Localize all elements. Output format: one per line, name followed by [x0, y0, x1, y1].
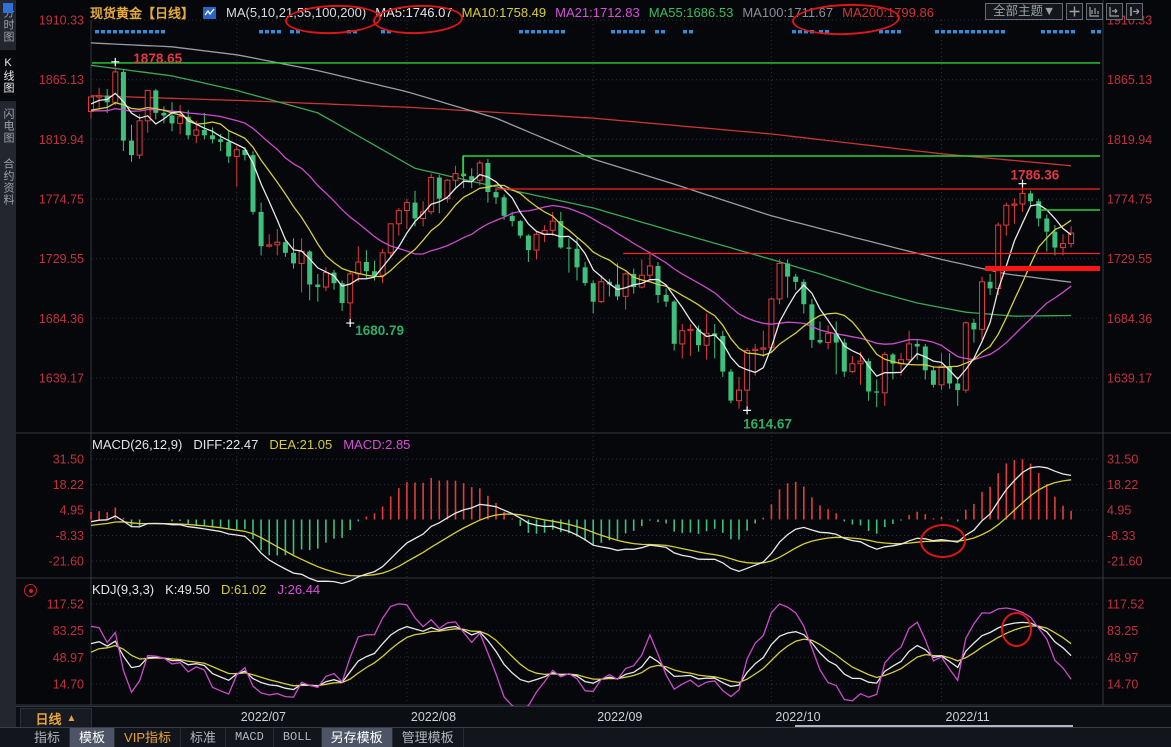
svg-text:1614.67: 1614.67 — [743, 416, 792, 431]
svg-text:83.25: 83.25 — [53, 624, 84, 638]
svg-text:-21.60: -21.60 — [1107, 555, 1142, 569]
svg-text:4.95: 4.95 — [60, 504, 84, 518]
theme-select-button[interactable]: 全部主题▼ — [985, 3, 1063, 20]
svg-text:1639.17: 1639.17 — [1107, 372, 1152, 386]
svg-text:1729.55: 1729.55 — [1107, 252, 1152, 266]
svg-text:-8.33: -8.33 — [1107, 529, 1136, 543]
kline-chart-icon[interactable] — [203, 6, 217, 20]
tab-manage-template[interactable]: 管理模板 — [393, 728, 464, 747]
app-logo-icon — [3, 3, 13, 13]
x-axis-label: 2022/08 — [411, 710, 456, 724]
macd-header: MACD(26,12,9) DIFF:22.47 DEA:21.05 MACD:… — [92, 437, 410, 452]
svg-text:14.70: 14.70 — [53, 678, 84, 692]
x-axis-label: 2022/11 — [946, 710, 990, 724]
macd-diff-value: DIFF:22.47 — [193, 437, 258, 452]
svg-text:4.95: 4.95 — [1107, 504, 1131, 518]
svg-text:1878.65: 1878.65 — [133, 51, 182, 66]
kdj-header: KDJ(9,3,3) K:49.50 D:61.02 J:26.44 — [92, 582, 320, 597]
tab-templates[interactable]: 模板 — [70, 728, 115, 747]
collapse-panel-icon[interactable] — [1126, 3, 1143, 20]
svg-text:-21.60: -21.60 — [49, 555, 84, 569]
legend-ma-value-1: MA10:1758.49 — [462, 5, 547, 20]
svg-text:1684.36: 1684.36 — [1107, 312, 1152, 326]
extreme-price-labels: 1878.65 1680.79 1614.67 1786.36 — [111, 51, 1059, 432]
left-sidebar: 分时图 K线图 闪电图 合约资料 — [0, 0, 16, 747]
x-axis-label: 2022/09 — [597, 710, 642, 724]
trading-app-window: 1910.331910.331865.131865.131819.941819.… — [0, 0, 1171, 747]
x-axis-label: 2022/07 — [241, 710, 286, 724]
legend-ma-value-2: MA21:1712.83 — [555, 5, 640, 20]
svg-text:1819.94: 1819.94 — [39, 133, 84, 147]
svg-text:1865.13: 1865.13 — [39, 73, 84, 87]
svg-text:18.22: 18.22 — [53, 478, 84, 492]
svg-text:1910.33: 1910.33 — [39, 14, 84, 28]
svg-text:1680.79: 1680.79 — [355, 323, 404, 338]
svg-text:14.70: 14.70 — [1107, 678, 1138, 692]
tab-macd[interactable]: MACD — [226, 728, 274, 747]
svg-text:1786.36: 1786.36 — [1011, 168, 1060, 183]
legend-ma-value-3: MA55:1686.53 — [649, 5, 734, 20]
kdj-j-value: J:26.44 — [278, 582, 321, 597]
svg-text:31.50: 31.50 — [53, 453, 84, 467]
kdj-title: KDJ(9,3,3) — [92, 582, 154, 597]
tab-vip-indicators[interactable]: VIP指标 — [115, 728, 181, 747]
tab-standard[interactable]: 标准 — [181, 728, 226, 747]
chart-canvas[interactable]: 1910.331910.331865.131865.131819.941819.… — [0, 0, 1171, 747]
svg-text:1684.36: 1684.36 — [39, 312, 84, 326]
pan-right-axis-icon[interactable] — [1106, 3, 1123, 20]
svg-text:1819.94: 1819.94 — [1107, 133, 1152, 147]
sidebar-item-kline-chart[interactable]: K线图 — [0, 50, 16, 101]
indicator-settings-icon[interactable] — [24, 584, 37, 597]
grid-lines — [16, 0, 1171, 705]
svg-text:1865.13: 1865.13 — [1107, 73, 1152, 87]
svg-text:83.25: 83.25 — [1107, 624, 1138, 638]
svg-text:1639.17: 1639.17 — [39, 372, 84, 386]
tab-indicators[interactable]: 指标 — [25, 728, 70, 747]
sidebar-item-contract-info[interactable]: 合约资料 — [0, 151, 16, 213]
svg-text:117.52: 117.52 — [47, 598, 84, 612]
svg-text:18.22: 18.22 — [1107, 478, 1138, 492]
timeframe-label: 日线 — [36, 709, 62, 728]
svg-text:1729.55: 1729.55 — [39, 252, 84, 266]
kdj-k-value: K:49.50 — [165, 582, 210, 597]
tab-boll[interactable]: BOLL — [274, 728, 322, 747]
svg-text:1774.75: 1774.75 — [1107, 193, 1152, 207]
svg-text:48.97: 48.97 — [53, 651, 84, 665]
ma-overlays — [91, 43, 1071, 316]
macd-panel[interactable] — [91, 459, 1071, 583]
symbol-title: 现货黄金【日线】 — [90, 3, 194, 22]
macd-title: MACD(26,12,9) — [92, 437, 182, 452]
candlestick-series[interactable] — [89, 62, 1074, 411]
timeframe-arrow-icon: ▲ — [67, 713, 77, 724]
tab-save-template[interactable]: 另存模板 — [322, 728, 393, 747]
kdj-d-value: D:61.02 — [221, 582, 267, 597]
event-markers[interactable] — [95, 30, 1101, 33]
timeframe-selector[interactable]: 日线 ▲ — [20, 708, 92, 729]
svg-text:31.50: 31.50 — [1107, 453, 1138, 467]
sidebar-item-lightning-chart[interactable]: 闪电图 — [0, 101, 16, 151]
ma-fast-lines — [91, 93, 1071, 379]
h-scrollbar-thumb[interactable] — [795, 725, 1073, 727]
chart-toolbar: 全部主题▼ — [985, 3, 1143, 20]
macd-value: MACD:2.85 — [343, 437, 410, 452]
svg-text:-8.33: -8.33 — [56, 529, 85, 543]
auto-scale-axis-icon[interactable] — [1086, 3, 1103, 20]
x-axis-label: 2022/10 — [775, 710, 820, 724]
macd-dea-value: DEA:21.05 — [269, 437, 332, 452]
svg-text:1774.75: 1774.75 — [39, 193, 84, 207]
svg-text:48.97: 48.97 — [1107, 651, 1138, 665]
bottom-tab-bar: 指标 模板 VIP指标 标准 MACD BOLL 另存模板 管理模板 — [0, 727, 1171, 747]
svg-text:117.52: 117.52 — [1107, 598, 1144, 612]
drawn-horizontal-lines[interactable] — [92, 63, 1100, 269]
crosshair-move-icon[interactable] — [1066, 3, 1083, 20]
